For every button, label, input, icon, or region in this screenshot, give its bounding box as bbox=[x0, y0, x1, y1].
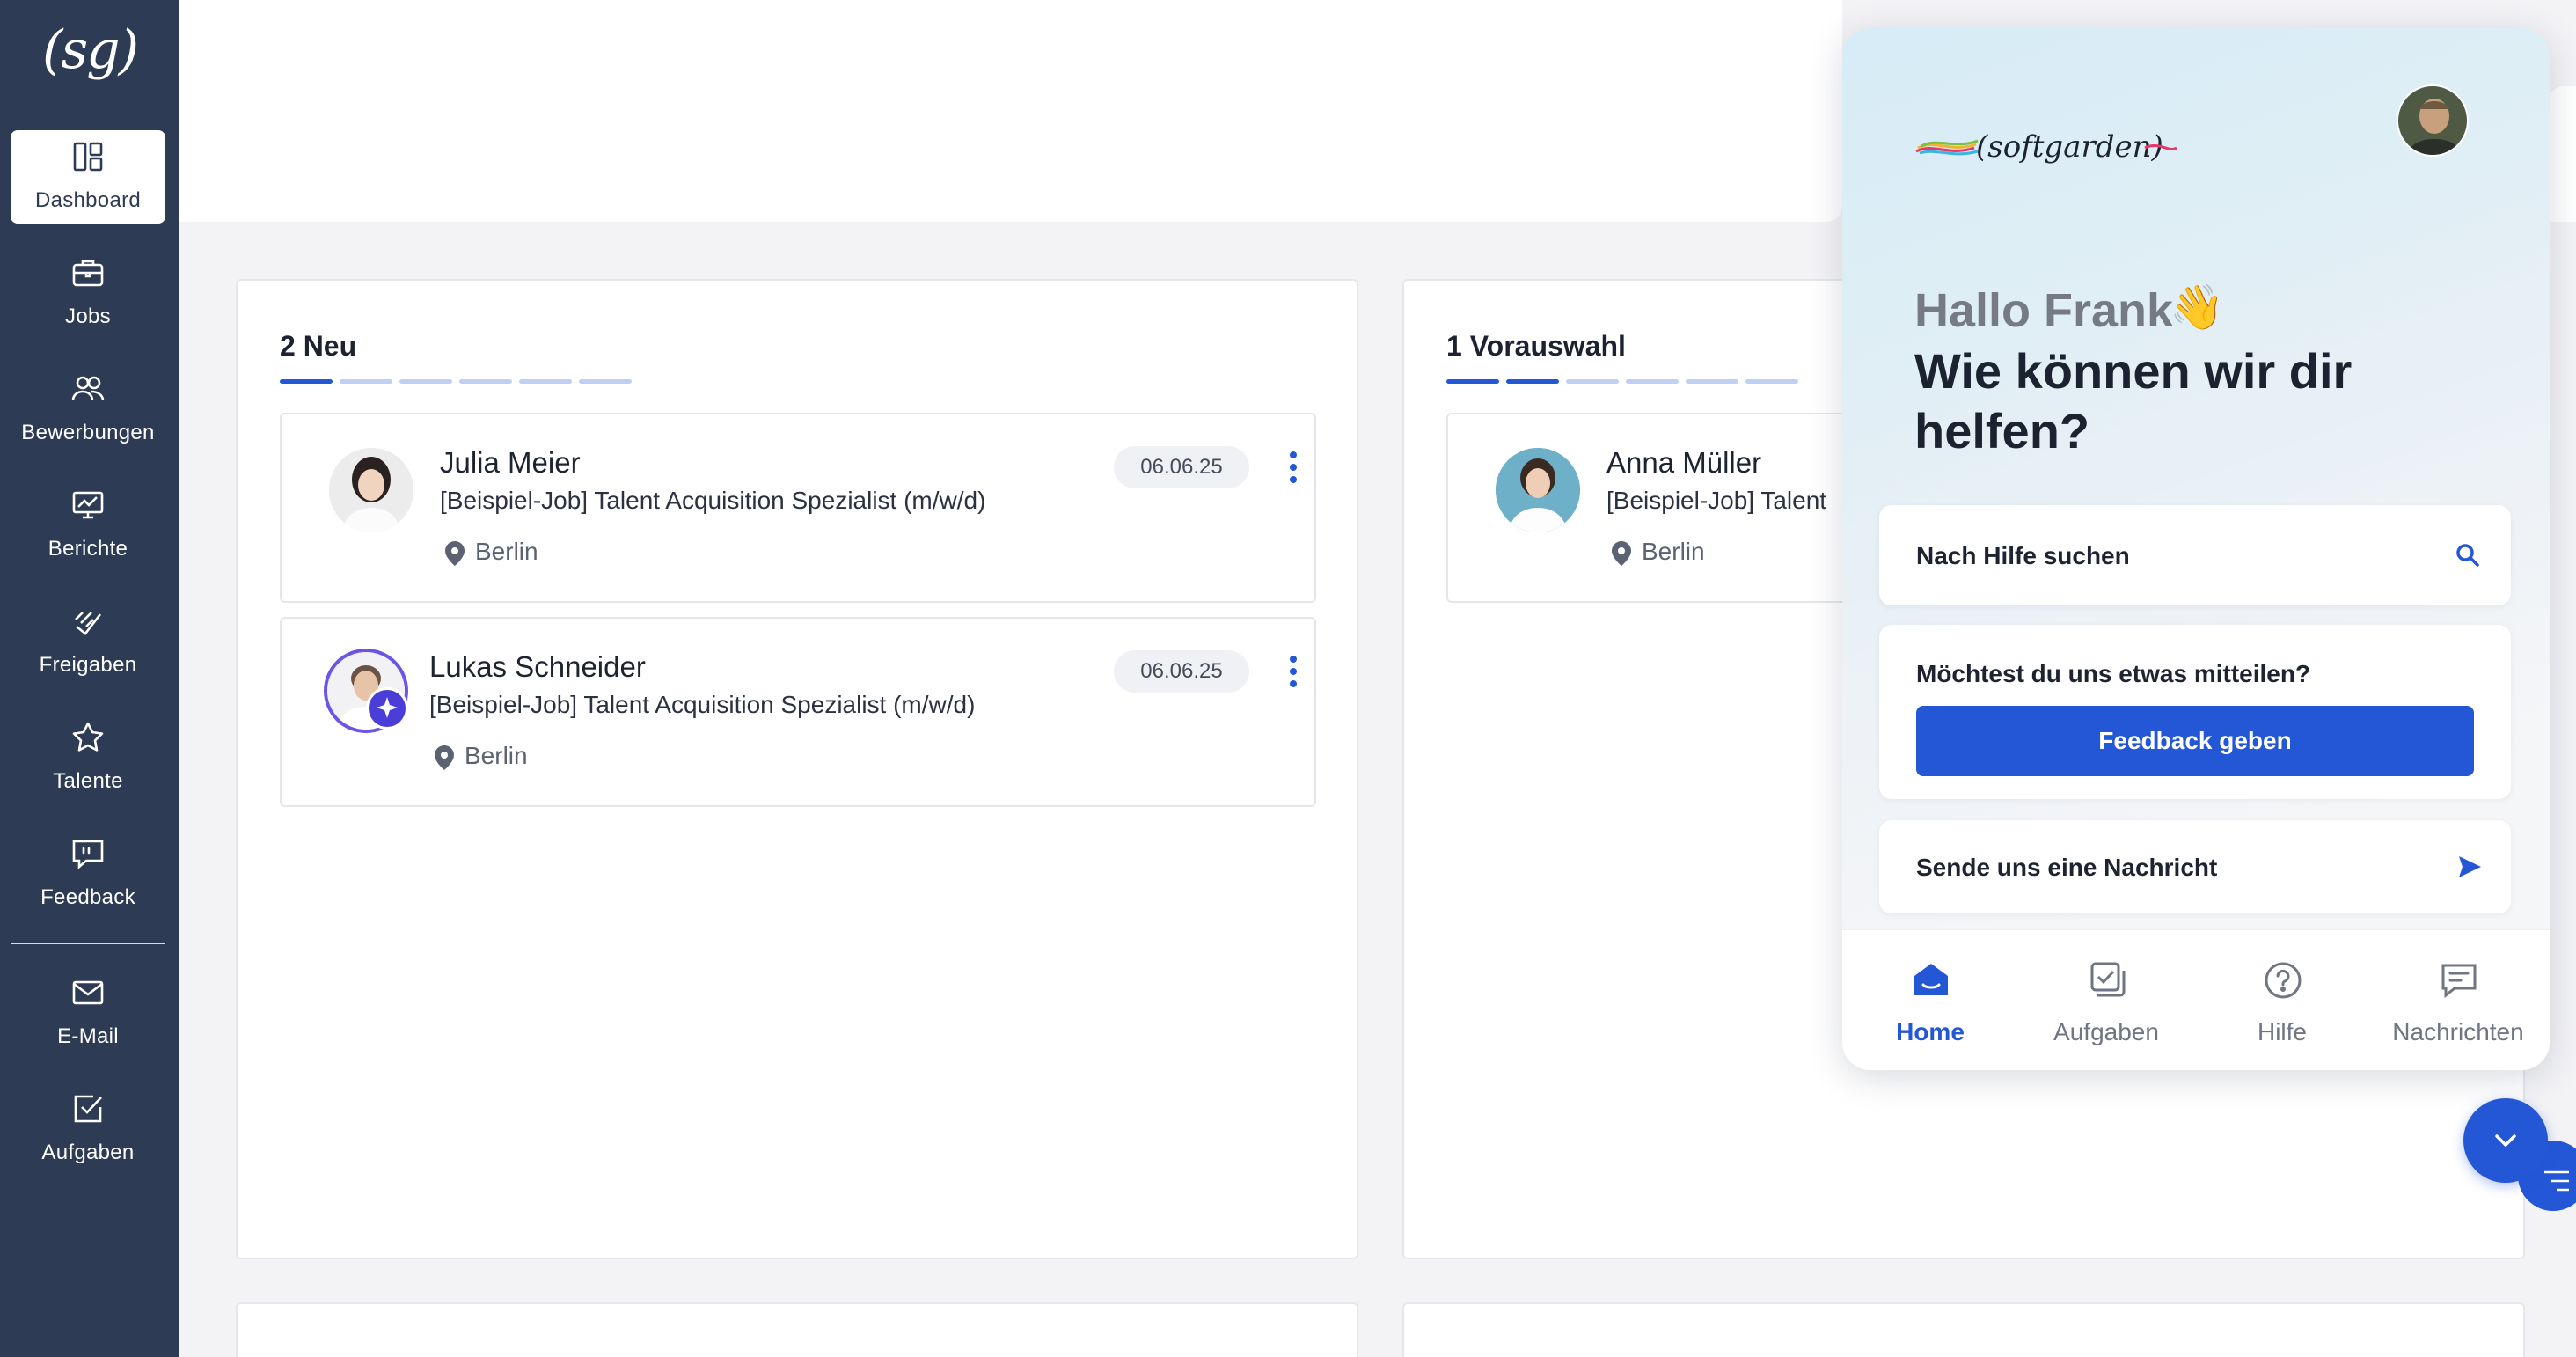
widget-tab-bar: Home Aufgaben Hilfe Nachrichten bbox=[1842, 929, 2550, 1070]
candidate-location: Berlin bbox=[475, 538, 538, 565]
home-icon bbox=[1914, 964, 1948, 995]
sidebar-item-label: Feedback bbox=[40, 885, 135, 909]
column-title: 2 Neu bbox=[280, 330, 357, 362]
candidate-location: Berlin bbox=[1642, 538, 1705, 565]
users-icon bbox=[71, 376, 105, 401]
widget-headline: Wie können wir dir helfen? bbox=[1914, 343, 2353, 458]
tab-aufgaben[interactable]: Aufgaben bbox=[2018, 930, 2194, 1070]
collapse-widget-button[interactable] bbox=[2463, 1098, 2548, 1183]
candidate-card[interactable]: Lukas Schneider [Beispiel-Job] Talent Ac… bbox=[280, 617, 1316, 807]
date-badge: 06.06.25 bbox=[1114, 650, 1249, 693]
tasks-icon bbox=[2090, 962, 2126, 997]
sidebar-divider bbox=[11, 943, 165, 944]
approval-icon bbox=[75, 612, 102, 635]
tab-label: Aufgaben bbox=[2053, 1018, 2159, 1045]
list-icon bbox=[2544, 1170, 2569, 1192]
help-search-card[interactable]: Nach Hilfe suchen bbox=[1879, 505, 2511, 605]
candidate-job: [Beispiel-Job] Talent Acquisition Spezia… bbox=[440, 487, 986, 514]
sidebar-item-label: Jobs bbox=[65, 304, 111, 328]
sidebar-item-label: Berichte bbox=[48, 537, 128, 561]
sidebar-item-label: Aufgaben bbox=[41, 1141, 135, 1164]
send-message-card[interactable]: Sende uns eine Nachricht bbox=[1879, 820, 2511, 913]
dashboard-icon bbox=[73, 142, 103, 172]
pipeline-column-neu: 2 Neu Julia Meier [Beispiel-Job] Talent … bbox=[236, 279, 1358, 1259]
candidate-name[interactable]: Julia Meier bbox=[440, 446, 581, 480]
sidebar-item-berichte[interactable]: Berichte bbox=[11, 479, 165, 572]
location-pin-icon bbox=[1612, 541, 1631, 566]
candidate-location: Berlin bbox=[465, 742, 528, 769]
candidate-job: [Beispiel-Job] Talent bbox=[1606, 487, 1827, 514]
ai-sparkle-icon bbox=[366, 687, 408, 730]
sidebar: (sg) Dashboard Jobs Bewerbungen Berichte… bbox=[0, 0, 179, 1357]
brand-text: (softgarden) bbox=[1976, 129, 2163, 165]
sidebar-item-label: Talente bbox=[53, 769, 123, 793]
more-options-icon[interactable] bbox=[1284, 654, 1302, 689]
feedback-card: Möchtest du uns etwas mitteilen? Feedbac… bbox=[1879, 625, 2511, 799]
sidebar-item-jobs[interactable]: Jobs bbox=[11, 246, 165, 340]
tab-nachrichten[interactable]: Nachrichten bbox=[2370, 930, 2546, 1070]
top-header-edge bbox=[2548, 86, 2576, 222]
sidebar-item-label: Bewerbungen bbox=[21, 421, 155, 444]
wave-emoji-icon: 👋 bbox=[2170, 282, 2225, 332]
send-icon bbox=[2459, 856, 2481, 877]
sidebar-item-bewerbungen[interactable]: Bewerbungen bbox=[11, 363, 165, 456]
tab-home[interactable]: Home bbox=[1842, 930, 2018, 1070]
profile-avatar[interactable] bbox=[2397, 84, 2469, 157]
help-widget: (softgarden) Hallo Frank 👋 Wie können wi… bbox=[1842, 28, 2550, 1070]
candidate-job: [Beispiel-Job] Talent Acquisition Spezia… bbox=[429, 691, 976, 718]
tasks-icon bbox=[74, 1095, 102, 1123]
tab-label: Hilfe bbox=[2257, 1018, 2307, 1045]
sidebar-item-label: Freigaben bbox=[39, 653, 137, 677]
search-label: Nach Hilfe suchen bbox=[1916, 542, 2130, 569]
chevron-down-icon bbox=[2495, 1134, 2516, 1147]
sidebar-item-freigaben[interactable]: Freigaben bbox=[11, 595, 165, 688]
pipeline-column-bottom-right bbox=[1402, 1302, 2525, 1357]
feedback-icon bbox=[72, 840, 104, 869]
location-pin-icon bbox=[435, 745, 454, 770]
candidate-name[interactable]: Lukas Schneider bbox=[429, 650, 646, 684]
location-pin-icon bbox=[445, 541, 465, 566]
feedback-question: Möchtest du uns etwas mitteilen? bbox=[1916, 660, 2311, 687]
candidate-name[interactable]: Anna Müller bbox=[1606, 446, 1761, 480]
column-title: 1 Vorauswahl bbox=[1446, 330, 1626, 362]
help-icon bbox=[2265, 962, 2302, 999]
sidebar-item-label: E-Mail bbox=[57, 1024, 119, 1048]
star-icon bbox=[72, 722, 104, 752]
top-header bbox=[179, 0, 1842, 222]
avatar bbox=[329, 448, 413, 532]
pipeline-column-bottom-left bbox=[236, 1302, 1358, 1357]
chart-icon bbox=[72, 491, 104, 519]
briefcase-icon bbox=[72, 260, 104, 287]
search-icon bbox=[2456, 544, 2479, 567]
tab-label: Nachrichten bbox=[2392, 1018, 2524, 1045]
feedback-button[interactable]: Feedback geben bbox=[1916, 706, 2474, 776]
sidebar-item-aufgaben[interactable]: Aufgaben bbox=[11, 1082, 165, 1176]
mail-icon bbox=[72, 980, 104, 1005]
messages-icon bbox=[2441, 964, 2477, 999]
date-badge: 06.06.25 bbox=[1114, 446, 1249, 488]
sidebar-item-label: Dashboard bbox=[34, 188, 142, 212]
sidebar-item-feedback[interactable]: Feedback bbox=[11, 827, 165, 921]
avatar bbox=[1496, 448, 1580, 532]
more-options-icon[interactable] bbox=[1284, 450, 1302, 485]
app-logo[interactable]: (sg) bbox=[0, 19, 179, 81]
tab-label: Home bbox=[1896, 1018, 1965, 1045]
candidate-card[interactable]: Julia Meier [Beispiel-Job] Talent Acquis… bbox=[280, 413, 1316, 603]
sidebar-item-talente[interactable]: Talente bbox=[11, 711, 165, 804]
sidebar-item-dashboard[interactable]: Dashboard bbox=[11, 130, 165, 224]
greeting: Hallo Frank bbox=[1914, 284, 2174, 337]
sidebar-item-email[interactable]: E-Mail bbox=[11, 966, 165, 1060]
tab-hilfe[interactable]: Hilfe bbox=[2194, 930, 2370, 1070]
message-label: Sende uns eine Nachricht bbox=[1916, 854, 2218, 881]
softgarden-logo: (softgarden) bbox=[1915, 129, 2177, 165]
